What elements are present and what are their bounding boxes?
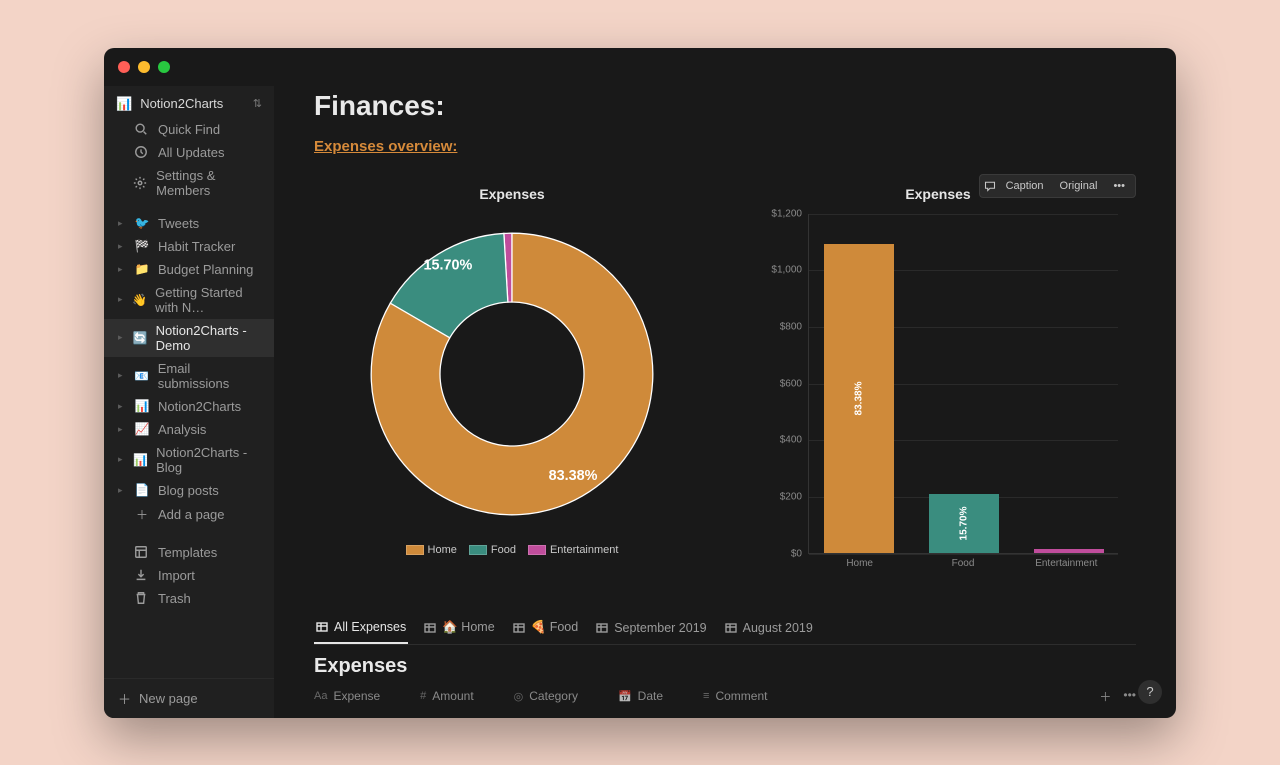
legend-item: Home [406, 544, 457, 556]
bar: 83.38% [824, 244, 894, 553]
more-icon[interactable]: ••• [1107, 178, 1131, 194]
db-tab[interactable]: September 2019 [594, 612, 708, 644]
sidebar-settings-members[interactable]: Settings & Members [104, 164, 274, 202]
sidebar-quick-find[interactable]: Quick Find [104, 118, 274, 141]
page-icon: 📊 [134, 399, 150, 413]
clock-icon [134, 145, 150, 159]
page-icon: 👋 [132, 293, 147, 307]
sidebar-page[interactable]: ▸📈Analysis [104, 418, 274, 441]
sidebar-import[interactable]: Import [104, 564, 274, 587]
sidebar-templates[interactable]: Templates [104, 541, 274, 564]
chevron-updown-icon: ⇅ [253, 97, 262, 110]
sidebar-page[interactable]: ▸📊Notion2Charts [104, 395, 274, 418]
donut-chart: Expenses 15.70% 83.38% Home Food Entertainm… [314, 186, 710, 584]
help-button[interactable]: ? [1138, 680, 1162, 704]
expand-icon[interactable]: ▸ [118, 218, 126, 229]
db-tab[interactable]: 🏠 Home [422, 612, 496, 644]
db-tab[interactable]: All Expenses [314, 612, 408, 644]
trash-icon [134, 591, 150, 605]
svg-text:83.38%: 83.38% [549, 468, 598, 484]
db-column-header[interactable]: ◎Category [514, 689, 578, 703]
sidebar-page[interactable]: ▸📁Budget Planning [104, 258, 274, 281]
chart-title: Expenses [905, 186, 970, 202]
db-column-header[interactable]: 📅Date [618, 689, 663, 703]
expand-icon[interactable]: ▸ [118, 485, 126, 496]
plus-icon: ＋ [134, 506, 150, 523]
expand-icon[interactable]: ▸ [118, 294, 124, 305]
expand-icon[interactable]: ▸ [118, 454, 125, 465]
expand-icon[interactable]: ▸ [118, 264, 126, 275]
page-icon: 📄 [134, 483, 150, 497]
page-icon: 🏁 [134, 239, 150, 253]
db-column-header[interactable]: AaExpense [314, 689, 380, 703]
sidebar-page[interactable]: ▸📧Email submissions [104, 357, 274, 395]
expand-icon[interactable]: ▸ [118, 401, 126, 412]
db-tab[interactable]: 🍕 Food [511, 612, 581, 644]
legend-item: Entertainment [528, 544, 618, 556]
expand-icon[interactable]: ▸ [118, 241, 126, 252]
sidebar-page[interactable]: ▸🐦Tweets [104, 212, 274, 235]
import-icon [134, 568, 150, 582]
page-title: Finances: [314, 90, 1136, 122]
original-button[interactable]: Original [1054, 178, 1104, 194]
sidebar-page[interactable]: ▸👋Getting Started with N… [104, 281, 274, 319]
db-tab[interactable]: August 2019 [723, 612, 815, 644]
sidebar-trash[interactable]: Trash [104, 587, 274, 610]
db-column-header[interactable]: ≡Comment [703, 689, 767, 703]
image-toolbar[interactable]: Caption Original ••• [979, 174, 1136, 198]
svg-text:15.70%: 15.70% [424, 257, 473, 273]
sidebar-page[interactable]: ▸🏁Habit Tracker [104, 235, 274, 258]
db-column-header[interactable]: #Amount [420, 689, 473, 703]
page-icon: 🐦 [134, 216, 150, 230]
search-icon [134, 122, 150, 136]
template-icon [134, 545, 150, 559]
section-link[interactable]: Expenses overview: [314, 138, 457, 155]
plus-icon: ＋ [118, 689, 131, 708]
page-icon: 📈 [134, 422, 150, 436]
page-icon: 📧 [134, 369, 150, 383]
expand-icon[interactable]: ▸ [118, 370, 126, 381]
page-icon: 📁 [134, 262, 150, 276]
expand-icon[interactable]: ▸ [118, 332, 125, 343]
workspace-icon: 📊 [116, 96, 132, 112]
page-icon: 🔄 [133, 331, 148, 345]
sidebar-page[interactable]: ▸📊Notion2Charts - Blog [104, 441, 274, 479]
expand-icon[interactable]: ▸ [118, 424, 126, 435]
speech-icon[interactable] [984, 180, 996, 192]
add-page-button[interactable]: ＋ Add a page [104, 502, 274, 527]
more-icon[interactable]: ••• [1123, 688, 1136, 705]
bar [1034, 549, 1104, 552]
sidebar-page[interactable]: ▸📄Blog posts [104, 479, 274, 502]
chart-title: Expenses [479, 186, 544, 202]
page-icon: 📊 [133, 453, 148, 467]
minimize-window-button[interactable] [138, 61, 150, 73]
new-page-button[interactable]: ＋ New page [104, 678, 274, 718]
sidebar-all-updates[interactable]: All Updates [104, 141, 274, 164]
sidebar-page[interactable]: ▸🔄Notion2Charts - Demo [104, 319, 274, 357]
workspace-switcher[interactable]: 📊 Notion2Charts ⇅ [104, 86, 274, 118]
database-title[interactable]: Expenses [314, 655, 1136, 678]
gear-icon [133, 176, 148, 190]
bar: 15.70% [929, 494, 999, 552]
legend-item: Food [469, 544, 516, 556]
add-column-button[interactable]: ＋ [1099, 688, 1111, 705]
maximize-window-button[interactable] [158, 61, 170, 73]
workspace-name: Notion2Charts [140, 96, 223, 111]
caption-button[interactable]: Caption [1000, 178, 1050, 194]
bar-chart: Caption Original ••• Expenses $0$200$400… [740, 186, 1136, 584]
close-window-button[interactable] [118, 61, 130, 73]
